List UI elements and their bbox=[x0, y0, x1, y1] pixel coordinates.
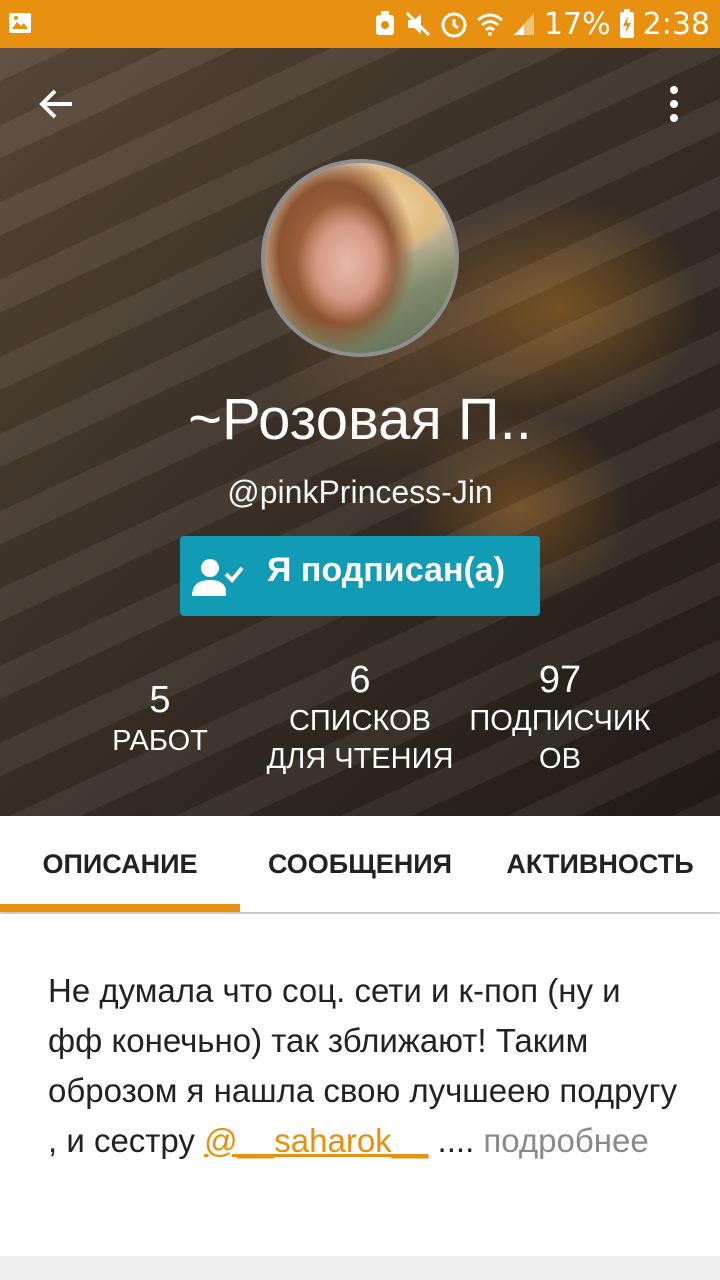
image-notification-icon bbox=[9, 13, 31, 33]
description-text: Не думала что соц. сети и к-поп (ну и фф… bbox=[48, 966, 678, 1166]
following-button[interactable]: Я подписан(а) bbox=[180, 536, 540, 616]
status-bar: 17% 2:38 bbox=[0, 0, 720, 48]
stat-value: 5 bbox=[149, 679, 171, 721]
alarm-icon bbox=[375, 11, 394, 35]
stat-label: РАБОТ bbox=[112, 725, 208, 757]
status-icons: 17% 2:38 bbox=[374, 0, 710, 48]
more-options-icon[interactable] bbox=[664, 84, 684, 124]
stat-label: СПИСКОВ ДЛЯ ЧТЕНИЯ bbox=[266, 705, 454, 775]
stat-works[interactable]: 5 РАБОТ bbox=[60, 678, 260, 760]
following-button-label: Я подписан(а) bbox=[266, 551, 506, 589]
battery-icon bbox=[619, 9, 634, 38]
signal-icon bbox=[513, 13, 534, 35]
description-card: Не думала что соц. сети и к-поп (ну и фф… bbox=[0, 914, 720, 1256]
avatar[interactable] bbox=[261, 159, 459, 357]
back-arrow-icon[interactable] bbox=[36, 84, 76, 124]
user-mention-link[interactable]: @__saharok__ bbox=[204, 1122, 428, 1159]
stat-reading-lists[interactable]: 6 СПИСКОВ ДЛЯ ЧТЕНИЯ bbox=[260, 658, 460, 778]
stat-label: ПОДПИСЧИК ОВ bbox=[469, 705, 651, 775]
clock-icon bbox=[441, 12, 467, 38]
tab-activity[interactable]: АКТИВНОСТЬ bbox=[480, 816, 720, 912]
active-tab-indicator bbox=[0, 904, 240, 912]
mute-icon bbox=[405, 11, 430, 37]
profile-tabs: ОПИСАНИЕ СООБЩЕНИЯ АКТИВНОСТЬ bbox=[0, 816, 720, 912]
user-check-icon bbox=[192, 559, 244, 596]
clock-time: 2:38 bbox=[642, 6, 710, 42]
tab-messages[interactable]: СООБЩЕНИЯ bbox=[240, 816, 480, 912]
wifi-icon bbox=[476, 13, 503, 36]
read-more-link[interactable]: подробнее bbox=[483, 1122, 648, 1159]
battery-percent: 17% bbox=[543, 6, 611, 42]
profile-stats: 5 РАБОТ 6 СПИСКОВ ДЛЯ ЧТЕНИЯ 97 ПОДПИСЧИ… bbox=[60, 658, 660, 788]
description-ellipsis: .... bbox=[428, 1122, 475, 1159]
profile-header: ~Розовая П.. @pinkPrincess-Jin Я подписа… bbox=[0, 48, 720, 816]
stat-followers[interactable]: 97 ПОДПИСЧИК ОВ bbox=[460, 658, 660, 778]
profile-handle: @pinkPrincess-Jin bbox=[227, 474, 493, 510]
stat-value: 6 bbox=[349, 659, 371, 701]
profile-display-name: ~Розовая П.. bbox=[188, 387, 532, 452]
stat-value: 97 bbox=[538, 659, 582, 701]
tab-description[interactable]: ОПИСАНИЕ bbox=[0, 816, 240, 912]
